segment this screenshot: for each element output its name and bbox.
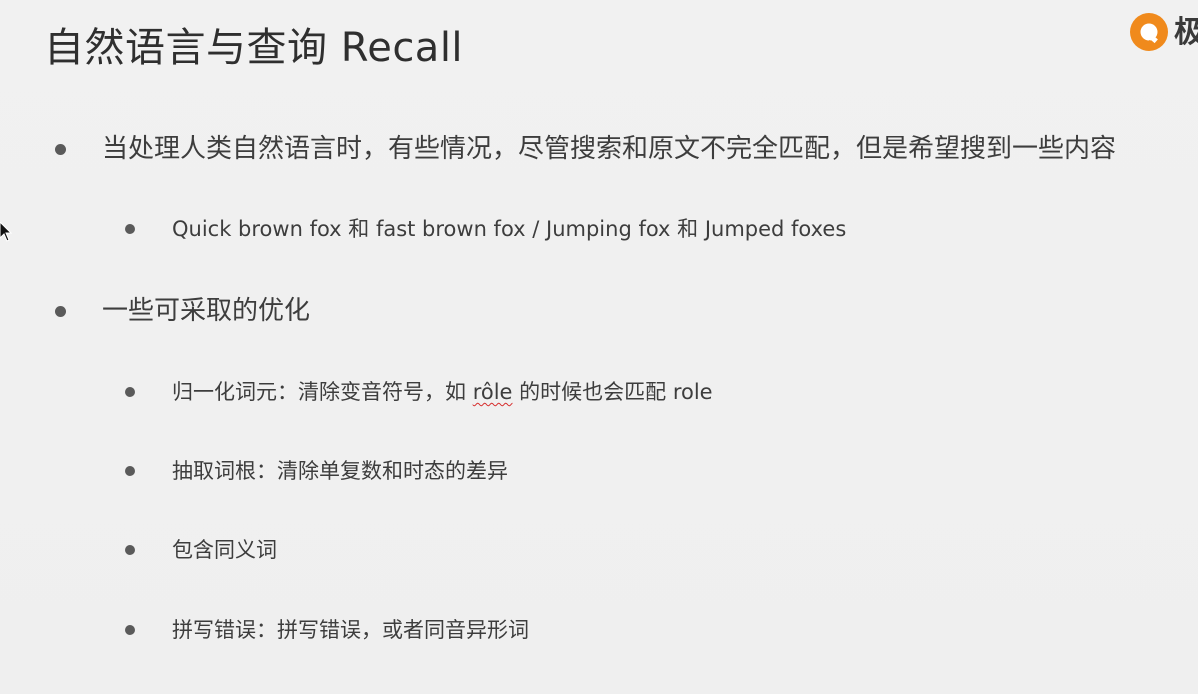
list-item-text: 归一化词元：清除变音符号，如 rôle 的时候也会匹配 role bbox=[172, 378, 713, 406]
list-item-text: 包含同义词 bbox=[172, 538, 277, 562]
text-segment: 的时候也会匹配 role bbox=[512, 380, 713, 404]
list-item-text: 抽取词根：清除单复数和时态的差异 bbox=[172, 459, 508, 483]
logo-text: 极 bbox=[1174, 15, 1198, 50]
list-item: Quick brown fox 和 fast brown fox / Jumpi… bbox=[125, 215, 1025, 243]
list-item-text: 拼写错误：拼写错误，或者同音异形词 bbox=[172, 618, 529, 642]
list-item: 拼写错误：拼写错误，或者同音异形词 bbox=[125, 616, 1025, 644]
list-item-text: 当处理人类自然语言时，有些情况，尽管搜索和原文不完全匹配，但是希望搜到一些内容 bbox=[102, 134, 1117, 164]
bullet-dot bbox=[125, 466, 135, 476]
bullet-dot bbox=[125, 625, 135, 635]
list-item-text: 一些可采取的优化 bbox=[102, 296, 311, 326]
list-item-text: Quick brown fox 和 fast brown fox / Jumpi… bbox=[172, 217, 847, 241]
slide-title: 自然语言与查询 Recall bbox=[44, 25, 464, 71]
bullet-dot bbox=[125, 224, 135, 234]
list-item: 一些可采取的优化 bbox=[55, 294, 655, 328]
bullet-dot bbox=[55, 144, 66, 155]
bullet-dot bbox=[125, 545, 135, 555]
mouse-pointer-icon bbox=[0, 221, 13, 246]
orange-circle-logo-icon bbox=[1130, 13, 1168, 51]
list-item: 抽取词根：清除单复数和时态的差异 bbox=[125, 457, 1025, 485]
list-item: 当处理人类自然语言时，有些情况，尽管搜索和原文不完全匹配，但是希望搜到一些内容 bbox=[55, 132, 1185, 166]
list-item: 归一化词元：清除变音符号，如 rôle 的时候也会匹配 role bbox=[125, 378, 1025, 406]
brand-logo: 极 bbox=[1125, 10, 1198, 60]
slide: 自然语言与查询 Recall 极 当处理人类自然语言时，有些情况，尽管搜索和原文… bbox=[0, 0, 1198, 694]
text-segment: 归一化词元：清除变音符号，如 bbox=[172, 380, 473, 404]
spellcheck-flagged-word: rôle bbox=[472, 380, 513, 404]
bullet-dot bbox=[55, 306, 66, 317]
bullet-dot bbox=[125, 387, 135, 397]
list-item: 包含同义词 bbox=[125, 536, 1025, 564]
